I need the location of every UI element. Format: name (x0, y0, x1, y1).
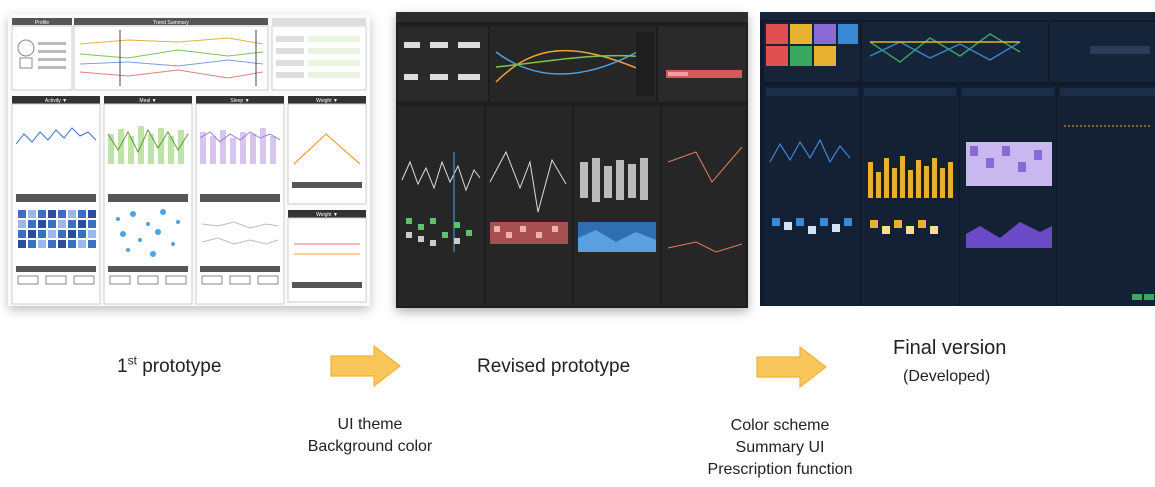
svg-text:Weight ▼: Weight ▼ (316, 212, 338, 218)
stage-caption-revised-prototype: Revised prototype (477, 356, 631, 377)
first-prototype-screenshot: Profile Trend Summary Activity ▼ Meal ▼ … (8, 14, 370, 306)
final-sleep-panel (960, 86, 1056, 306)
note-line: Color scheme (730, 417, 830, 434)
final-meal-panel (862, 86, 958, 306)
note-line: Summary UI (735, 439, 825, 456)
note-line: UI theme (337, 416, 403, 433)
final-weight-panel (1058, 86, 1155, 306)
revised-prototype-screenshot (396, 12, 748, 308)
right-arrow-icon (330, 345, 401, 387)
weight-panel: Weight ▼ Weight ▼ (287, 96, 367, 303)
meal-panel: Meal ▼ (103, 96, 193, 305)
note-line: Background color (307, 438, 433, 455)
svg-text:Meal ▼: Meal ▼ (139, 98, 156, 104)
final-activity-panel (764, 86, 860, 306)
revised-sleep-panel (574, 106, 660, 306)
first-prototype-mockup: Profile Trend Summary Activity ▼ Meal ▼ … (8, 14, 370, 306)
note-line: Prescription function (707, 461, 853, 478)
stage-caption-developed: (Developed) (903, 368, 991, 385)
sleep-panel: Sleep ▼ (195, 96, 285, 305)
transition-note-1: UI theme Background color (285, 414, 455, 458)
svg-text:Weight ▼: Weight ▼ (316, 98, 338, 104)
final-version-mockup (760, 12, 1155, 306)
trend-header: Trend Summary (153, 20, 189, 26)
figure: Profile Trend Summary Activity ▼ Meal ▼ … (0, 0, 1155, 487)
transition-note-2: Color scheme Summary UI Prescription fun… (682, 415, 878, 481)
stage-caption-final-version: Final version (893, 337, 1007, 359)
activity-panel: Activity ▼ (11, 96, 101, 305)
revised-prototype-mockup (396, 12, 748, 308)
stage-caption-first-prototype: 1st prototype (117, 353, 222, 377)
revised-weight-panel (662, 106, 746, 306)
svg-text:Sleep ▼: Sleep ▼ (230, 98, 249, 104)
profile-header: Profile (35, 20, 49, 26)
right-arrow-icon (756, 346, 827, 388)
revised-meal-panel (486, 106, 572, 306)
final-version-screenshot (760, 12, 1155, 306)
svg-text:Activity ▼: Activity ▼ (45, 98, 67, 104)
revised-activity-panel (398, 106, 484, 306)
